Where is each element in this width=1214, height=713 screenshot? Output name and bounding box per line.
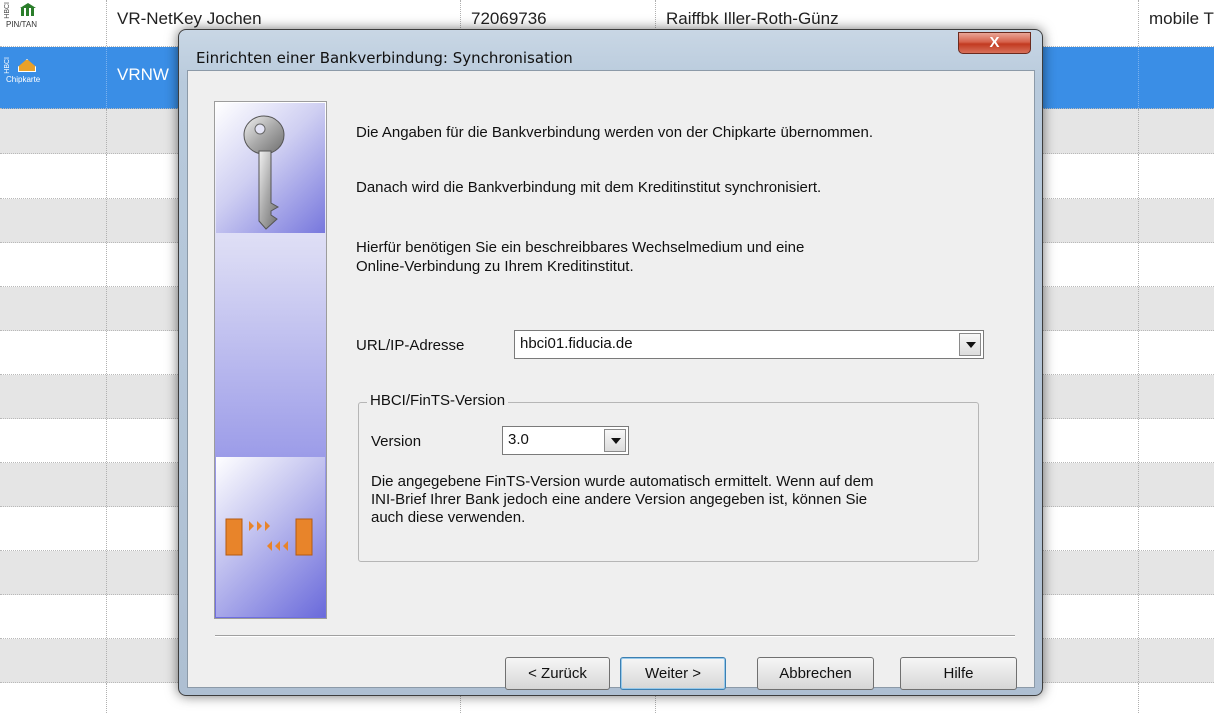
extra-cell (1138, 47, 1214, 108)
fints-version-group: HBCI/FinTS-Version Version 3.0 Die angeg… (358, 392, 979, 562)
dialog-titlebar[interactable]: Einrichten einer Bankverbindung: Synchro… (179, 30, 1042, 72)
back-button[interactable]: < Zurück (505, 657, 610, 690)
version-note-line: INI-Brief Ihrer Bank jedoch eine andere … (371, 491, 868, 508)
wizard-side-banner (214, 101, 327, 619)
intro-text-3a: Hierfür benötigen Sie ein beschreibbares… (356, 239, 805, 256)
key-icon (216, 103, 325, 233)
version-note: Die angegebene FinTS-Version wurde autom… (371, 473, 971, 527)
intro-text-1: Die Angaben für die Bankverbindung werde… (356, 124, 873, 141)
next-button[interactable]: Weiter > (620, 657, 726, 690)
extra-cell: mobile T (1138, 0, 1214, 46)
bank-building-icon: HBCI PIN/TAN (4, 2, 37, 29)
version-combobox[interactable]: 3.0 (502, 426, 629, 455)
button-separator (215, 635, 1015, 637)
help-button[interactable]: Hilfe (900, 657, 1017, 690)
url-label: URL/IP-Adresse (356, 337, 465, 354)
account-type-label: Chipkarte (6, 75, 41, 84)
version-label: Version (371, 433, 422, 450)
intro-text-3b: Online-Verbindung zu Ihrem Kreditinstitu… (356, 258, 634, 275)
sync-transfer-icon (216, 457, 325, 617)
url-value: hbci01.fiducia.de (520, 335, 633, 352)
chipcard-icon: HBCI Chipkarte (4, 57, 41, 84)
version-note-line: Die angegebene FinTS-Version wurde autom… (371, 473, 874, 490)
intro-text-2: Danach wird die Bankverbindung mit dem K… (356, 179, 822, 196)
cancel-button[interactable]: Abbrechen (757, 657, 874, 690)
dialog-title: Einrichten einer Bankverbindung: Synchro… (196, 49, 573, 67)
account-type-label: PIN/TAN (6, 20, 37, 29)
close-button[interactable]: X (958, 32, 1031, 54)
group-title: HBCI/FinTS-Version (367, 392, 509, 409)
url-combobox[interactable]: hbci01.fiducia.de (514, 330, 984, 359)
account-type-cell: HBCI Chipkarte (0, 47, 106, 108)
version-note-line: auch diese verwenden. (371, 509, 526, 526)
account-type-cell: HBCI PIN/TAN (0, 0, 106, 46)
sync-dialog: Einrichten einer Bankverbindung: Synchro… (178, 29, 1043, 696)
chevron-down-icon[interactable] (959, 333, 981, 356)
chevron-down-icon[interactable] (604, 429, 626, 452)
version-value: 3.0 (508, 431, 529, 448)
dialog-client-area: Die Angaben für die Bankverbindung werde… (187, 70, 1035, 690)
